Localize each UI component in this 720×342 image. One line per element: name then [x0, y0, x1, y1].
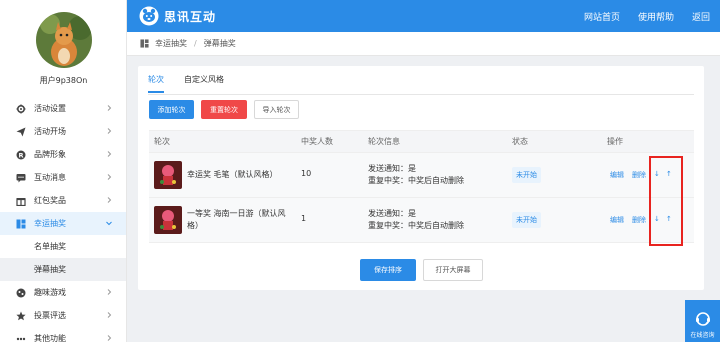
sidebar-item-label: 品牌形象 — [34, 150, 66, 159]
nav-back-link[interactable]: 返回 — [692, 10, 710, 23]
highlight-box — [649, 156, 683, 246]
sidebar-menu: 活动设置 活动开场 R 品牌形象 互动消息 红包奖品 幸运抽奖 名单抽奖 弹幕抽… — [0, 97, 126, 342]
col-header-winners: 中奖人数 — [301, 137, 333, 146]
round-name: 幸运奖 毛笔（默认风格） — [187, 170, 278, 179]
table-header: 轮次 中奖人数 轮次信息 状态 操作 — [149, 130, 694, 153]
edit-link[interactable]: 编辑 — [610, 170, 624, 180]
sidebar-item-activity-settings[interactable]: 活动设置 — [0, 97, 126, 120]
sidebar-item-games[interactable]: 趣味游戏 — [0, 281, 126, 304]
sidebar-item-label: 幸运抽奖 — [34, 219, 66, 228]
notify-info: 发送通知：是 — [368, 209, 416, 218]
chevron-right-icon — [107, 174, 112, 180]
gift-icon — [16, 196, 26, 206]
more-icon — [16, 334, 26, 342]
sidebar-item-activity-opening[interactable]: 活动开场 — [0, 120, 126, 143]
sidebar-item-label: 趣味游戏 — [34, 288, 66, 297]
brand-logo-icon — [139, 6, 159, 26]
avatar[interactable] — [36, 12, 92, 68]
brand-r-icon: R — [16, 150, 26, 160]
repeat-info: 重复中奖：中奖后自动删除 — [368, 221, 464, 230]
delete-link[interactable]: 删除 — [632, 170, 646, 180]
username: 用户9p38On — [39, 76, 88, 85]
lottery-icon — [140, 39, 149, 48]
round-name: 一等奖 海南一日游（默认风格） — [187, 209, 286, 230]
breadcrumb-parent[interactable]: 幸运抽奖 — [155, 38, 187, 49]
breadcrumb-current: 弹幕抽奖 — [203, 39, 236, 48]
import-round-button[interactable]: 导入轮次 — [254, 100, 299, 119]
headset-icon — [695, 312, 710, 326]
online-consult-widget[interactable]: 在线咨询 — [685, 300, 720, 342]
sidebar-item-label: 红包奖品 — [34, 196, 66, 205]
chevron-right-icon — [107, 128, 112, 134]
status-badge: 未开始 — [512, 167, 541, 183]
sidebar-item-label: 互动消息 — [34, 173, 66, 182]
lottery-icon — [16, 219, 26, 229]
sidebar-item-gifts[interactable]: 红包奖品 — [0, 189, 126, 212]
round-thumbnail — [154, 206, 182, 234]
chevron-down-icon — [106, 221, 112, 226]
reset-round-button[interactable]: 重置轮次 — [201, 100, 247, 119]
breadcrumb: 幸运抽奖 / 弹幕抽奖 — [127, 32, 720, 56]
gear-icon — [16, 104, 26, 114]
sidebar-item-label: 其他功能 — [34, 334, 66, 342]
nav-help-link[interactable]: 使用帮助 — [638, 10, 674, 23]
chevron-right-icon — [107, 197, 112, 203]
tab-custom-style[interactable]: 自定义风格 — [184, 74, 224, 93]
delete-link[interactable]: 删除 — [632, 215, 646, 225]
star-icon — [16, 311, 26, 321]
chevron-right-icon — [107, 312, 112, 318]
repeat-info: 重复中奖：中奖后自动删除 — [368, 176, 464, 185]
table-row: 一等奖 海南一日游（默认风格） 1 发送通知：是 重复中奖：中奖后自动删除 未开… — [149, 198, 694, 243]
brand-name: 思讯互动 — [164, 10, 217, 24]
edit-link[interactable]: 编辑 — [610, 215, 624, 225]
col-header-status: 状态 — [512, 137, 528, 146]
winner-count: 10 — [301, 169, 312, 178]
svg-text:R: R — [18, 151, 23, 159]
add-round-button[interactable]: 添加轮次 — [149, 100, 194, 119]
sidebar-item-others[interactable]: 其他功能 — [0, 327, 126, 342]
sidebar-item-lottery[interactable]: 幸运抽奖 — [0, 212, 126, 235]
breadcrumb-separator: / — [194, 39, 197, 48]
top-nav: 网站首页 使用帮助 返回 — [584, 0, 710, 32]
sidebar-subitem-list-lottery[interactable]: 名单抽奖 — [0, 235, 126, 258]
rounds-panel: 轮次 自定义风格 添加轮次 重置轮次 导入轮次 轮次 中奖人数 轮次信息 状态 … — [138, 66, 704, 290]
nav-home-link[interactable]: 网站首页 — [584, 10, 620, 23]
sidebar-item-label: 投票评选 — [34, 311, 66, 320]
sidebar-item-label: 活动设置 — [34, 104, 66, 113]
table-row: 幸运奖 毛笔（默认风格） 10 发送通知：是 重复中奖：中奖后自动删除 未开始 … — [149, 153, 694, 198]
tab-bar: 轮次 自定义风格 — [148, 74, 224, 93]
sidebar-subitem-danmaku-lottery[interactable]: 弹幕抽奖 — [0, 258, 126, 281]
online-consult-label: 在线咨询 — [690, 332, 715, 339]
top-bar: 思讯互动 网站首页 使用帮助 返回 — [127, 0, 720, 32]
col-header-round: 轮次 — [154, 137, 170, 146]
status-badge: 未开始 — [512, 212, 541, 228]
game-icon — [16, 288, 26, 298]
chevron-right-icon — [107, 105, 112, 111]
tab-rounds[interactable]: 轮次 — [148, 74, 164, 93]
chevron-right-icon — [107, 151, 112, 157]
notify-info: 发送通知：是 — [368, 164, 416, 173]
sidebar: 用户9p38On 活动设置 活动开场 R 品牌形象 互动消息 红包奖品 幸运抽奖… — [0, 0, 127, 342]
save-order-button[interactable]: 保存排序 — [360, 259, 416, 281]
round-thumbnail — [154, 161, 182, 189]
winner-count: 1 — [301, 214, 307, 223]
rounds-table: 轮次 中奖人数 轮次信息 状态 操作 幸运奖 毛笔（默认风格） 10 发送通知：… — [149, 130, 694, 243]
col-header-info: 轮次信息 — [368, 137, 400, 146]
send-icon — [16, 127, 26, 137]
col-header-actions: 操作 — [607, 137, 623, 146]
sidebar-item-label: 活动开场 — [34, 127, 66, 136]
open-big-screen-button[interactable]: 打开大屏幕 — [423, 259, 483, 281]
sidebar-item-messages[interactable]: 互动消息 — [0, 166, 126, 189]
sidebar-item-brand[interactable]: R 品牌形象 — [0, 143, 126, 166]
chat-icon — [16, 173, 26, 183]
tabs-divider — [148, 94, 694, 95]
chevron-right-icon — [107, 289, 112, 295]
sidebar-item-voting[interactable]: 投票评选 — [0, 304, 126, 327]
chevron-right-icon — [107, 335, 112, 341]
